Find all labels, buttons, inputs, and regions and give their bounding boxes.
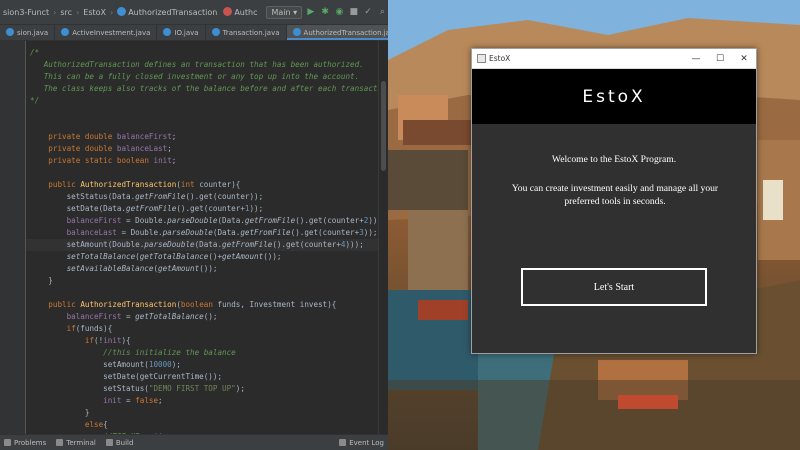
run-config-icon: [223, 7, 233, 16]
code-line: }: [30, 408, 90, 417]
code-line: AuthorizedTransaction defines an transac…: [30, 60, 364, 69]
code-line: setDate(getCurrentTime());: [30, 372, 223, 381]
scrollbar-thumb[interactable]: [381, 81, 386, 171]
code-line: public AuthorizedTransaction(int counter…: [48, 180, 241, 189]
code-line: else{: [84, 420, 108, 429]
tab-label: ActiveInvestment.java: [72, 29, 151, 37]
code-line: The class keeps also tracks of the balan…: [30, 84, 378, 93]
code-line: private static boolean init;: [48, 156, 177, 165]
run-config-label: Authc: [234, 8, 258, 17]
code-line: setTotalBalance(getTotalBalance()+getAmo…: [66, 252, 282, 261]
terminal-tool-button[interactable]: Terminal: [56, 438, 96, 447]
event-log-label: Event Log: [349, 438, 384, 447]
tab-label: AuthorizedTransaction.java: [303, 29, 388, 37]
lets-start-button[interactable]: Let's Start: [521, 268, 707, 306]
app-window-icon: [477, 54, 486, 63]
ide-navigation-bar: sion3-Funct › src › EstoX › AuthorizedTr…: [0, 0, 388, 25]
breadcrumb-class-label: AuthorizedTransaction: [128, 8, 218, 17]
branch-label: Main: [271, 7, 291, 17]
code-line: balanceFirst = Double.parseDouble(Data.g…: [66, 216, 378, 225]
code-line: }: [30, 276, 53, 285]
code-line: balanceFirst = getTotalBalance();: [66, 312, 218, 321]
tab-active-investment[interactable]: ActiveInvestment.java: [55, 25, 158, 40]
tab-transaction[interactable]: Transaction.java: [206, 25, 287, 40]
terminal-icon: [56, 438, 64, 446]
estox-window: EstoX — ☐ ✕ EstoX Welcome to the EstoX P…: [471, 48, 757, 354]
breadcrumb-src[interactable]: src: [57, 8, 75, 17]
search-icon[interactable]: ⌕: [377, 6, 388, 18]
code-line: public AuthorizedTransaction(boolean fun…: [48, 300, 337, 309]
code-line: setStatus(Data.getFromFile().get(counter…: [30, 192, 264, 201]
problems-label: Problems: [14, 438, 47, 447]
event-log-button[interactable]: Event Log: [339, 438, 384, 447]
estox-logo: EstoX: [582, 86, 646, 107]
app-header: EstoX: [472, 69, 756, 124]
minimize-icon[interactable]: —: [684, 54, 708, 64]
code-line: //this initialize the balance: [30, 348, 236, 357]
branch-selector[interactable]: Main ▾: [266, 5, 303, 19]
tab-label: Transaction.java: [222, 29, 280, 37]
window-title: EstoX: [489, 54, 511, 63]
code-editor[interactable]: /* AuthorizedTransaction defines an tran…: [26, 41, 378, 434]
code-line: init = false;: [103, 396, 163, 405]
code-line: private double balanceLast;: [48, 144, 172, 153]
stop-icon[interactable]: ■: [348, 6, 359, 18]
tab-io[interactable]: IO.java: [157, 25, 206, 40]
code-line: setAmount(Double.parseDouble(Data.getFro…: [30, 240, 364, 249]
tab-label: sion.java: [17, 29, 49, 37]
java-file-icon: [211, 28, 220, 36]
run-config-selector[interactable]: Authc: [220, 7, 260, 17]
coverage-icon[interactable]: ◉: [334, 6, 345, 18]
terminal-label: Terminal: [66, 438, 96, 447]
code-line: if(funds){: [66, 324, 113, 333]
close-icon[interactable]: ✕: [732, 54, 756, 64]
code-line: setStatus("DEMO FIRST TOP UP");: [30, 384, 245, 393]
breadcrumb-project[interactable]: sion3-Funct: [0, 8, 52, 17]
line-gutter: [0, 41, 26, 434]
window-controls: — ☐ ✕: [684, 54, 756, 64]
build-icon: [105, 438, 113, 446]
code-line: private double balanceFirst;: [48, 132, 177, 141]
problems-tool-button[interactable]: Problems: [4, 438, 47, 447]
java-file-icon: [163, 28, 172, 36]
run-icon[interactable]: ▶: [305, 6, 316, 18]
code-line: setAmount(10000);: [30, 360, 181, 369]
code-line: */: [30, 96, 40, 105]
tab-label: IO.java: [174, 29, 199, 37]
git-update-icon[interactable]: ✓: [362, 6, 373, 18]
editor-tabs: sion.java ActiveInvestment.java IO.java …: [0, 25, 388, 41]
maximize-icon[interactable]: ☐: [708, 54, 732, 64]
ide-window: sion3-Funct › src › EstoX › AuthorizedTr…: [0, 0, 388, 450]
tab-sion[interactable]: sion.java: [0, 25, 56, 40]
event-log-icon: [339, 438, 347, 446]
java-file-icon: [292, 28, 301, 36]
code-line: This can be a fully closed investment or…: [30, 72, 360, 81]
code-line: if(!init){: [84, 336, 131, 345]
editor-scrollbar[interactable]: [378, 41, 388, 434]
welcome-heading: Welcome to the EstoX Program.: [551, 154, 677, 165]
code-line: setDate(Data.getFromFile().get(counter+1…: [30, 204, 264, 213]
tab-authorized-transaction[interactable]: AuthorizedTransaction.java×: [286, 25, 388, 40]
build-label: Build: [115, 438, 134, 447]
debug-icon[interactable]: ✱: [319, 6, 330, 18]
problems-icon: [4, 438, 11, 446]
welcome-panel: Welcome to the EstoX Program. You can cr…: [472, 124, 756, 353]
breadcrumb-package[interactable]: EstoX: [80, 8, 109, 17]
window-titlebar[interactable]: EstoX — ☐ ✕: [472, 49, 756, 69]
breadcrumb-class[interactable]: AuthorizedTransaction: [114, 7, 220, 17]
code-line: balanceLast = Double.parseDouble(Data.ge…: [66, 228, 378, 237]
code-line: setAvailableBalance(getAmount());: [66, 264, 218, 273]
code-line: /*: [30, 48, 40, 57]
build-tool-button[interactable]: Build: [105, 438, 134, 447]
java-file-icon: [6, 28, 14, 36]
java-file-icon: [61, 28, 70, 36]
ide-status-bar: Problems Terminal Build Event Log: [0, 434, 388, 450]
class-icon: [117, 7, 127, 16]
welcome-description: You can create investment easily and man…: [511, 183, 719, 207]
